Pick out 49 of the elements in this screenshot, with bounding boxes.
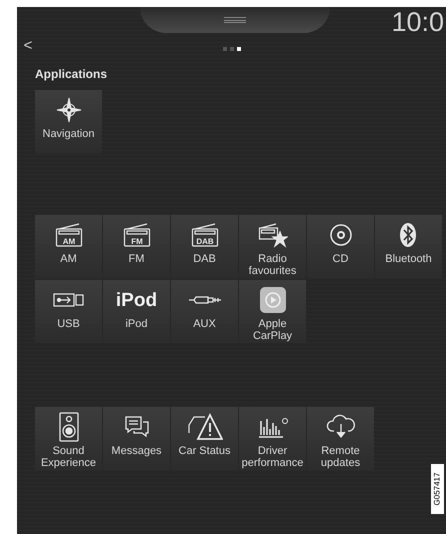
- disc-icon: [328, 223, 352, 247]
- pull-down-handle[interactable]: [140, 7, 330, 33]
- tile-label: Navigation: [42, 128, 96, 140]
- tile-label: AUX: [192, 318, 217, 330]
- wordmark-icon: iPod: [116, 290, 158, 310]
- app-tile[interactable]: AUX: [171, 280, 238, 343]
- tile-label: iPod: [124, 318, 149, 330]
- app-tile[interactable]: Apple CarPlay: [239, 280, 306, 343]
- app-tile[interactable]: USB: [35, 280, 102, 343]
- tile-label: FM: [128, 253, 146, 265]
- tile-label: Apple CarPlay: [252, 318, 294, 342]
- tile-label: Sound Experience: [40, 445, 98, 469]
- car-warning-icon: [186, 413, 222, 441]
- tile-label: USB: [56, 318, 81, 330]
- tile-label: DAB: [192, 253, 217, 265]
- app-tile[interactable]: Radio favourites: [239, 215, 306, 278]
- usb-icon: [52, 292, 84, 308]
- app-tile[interactable]: Driver performance: [239, 407, 306, 470]
- tile-label: Remote updates: [320, 445, 362, 469]
- app-tile[interactable]: Messages: [103, 407, 170, 470]
- app-tile[interactable]: Bluetooth: [375, 215, 442, 278]
- app-tile[interactable]: AM AM: [35, 215, 102, 278]
- app-tile[interactable]: DAB DAB: [171, 215, 238, 278]
- app-tile[interactable]: CD: [307, 215, 374, 278]
- tile-label: AM: [59, 253, 78, 265]
- app-tile[interactable]: iPod iPod: [103, 280, 170, 343]
- tile-label: CD: [332, 253, 350, 265]
- radio-star-icon: [258, 222, 288, 248]
- handle-lines-icon: [224, 17, 246, 23]
- tile-label: Driver performance: [240, 445, 304, 469]
- tile-label: Radio favourites: [248, 253, 298, 277]
- app-tile[interactable]: Car Status: [171, 407, 238, 470]
- play-icon: [260, 287, 286, 313]
- tile-label: Messages: [110, 445, 163, 457]
- tile-label: Car Status: [178, 445, 232, 457]
- app-tile[interactable]: Sound Experience: [35, 407, 102, 470]
- app-tile[interactable]: Navigation: [35, 90, 102, 153]
- app-tile[interactable]: FM FM: [103, 215, 170, 278]
- back-button[interactable]: <: [17, 38, 35, 52]
- speaker-icon: [58, 412, 78, 442]
- app-tile[interactable]: Remote updates: [307, 407, 374, 470]
- plug-icon: [188, 294, 222, 306]
- figure-code: G057417: [434, 472, 442, 506]
- section-title: Applications: [35, 67, 108, 81]
- bar-chart-icon: [256, 415, 288, 439]
- chat-icon: [124, 415, 150, 439]
- tile-label: Bluetooth: [384, 253, 433, 265]
- clock-time: 10:0: [391, 7, 445, 34]
- cloud-download-icon: [326, 414, 356, 440]
